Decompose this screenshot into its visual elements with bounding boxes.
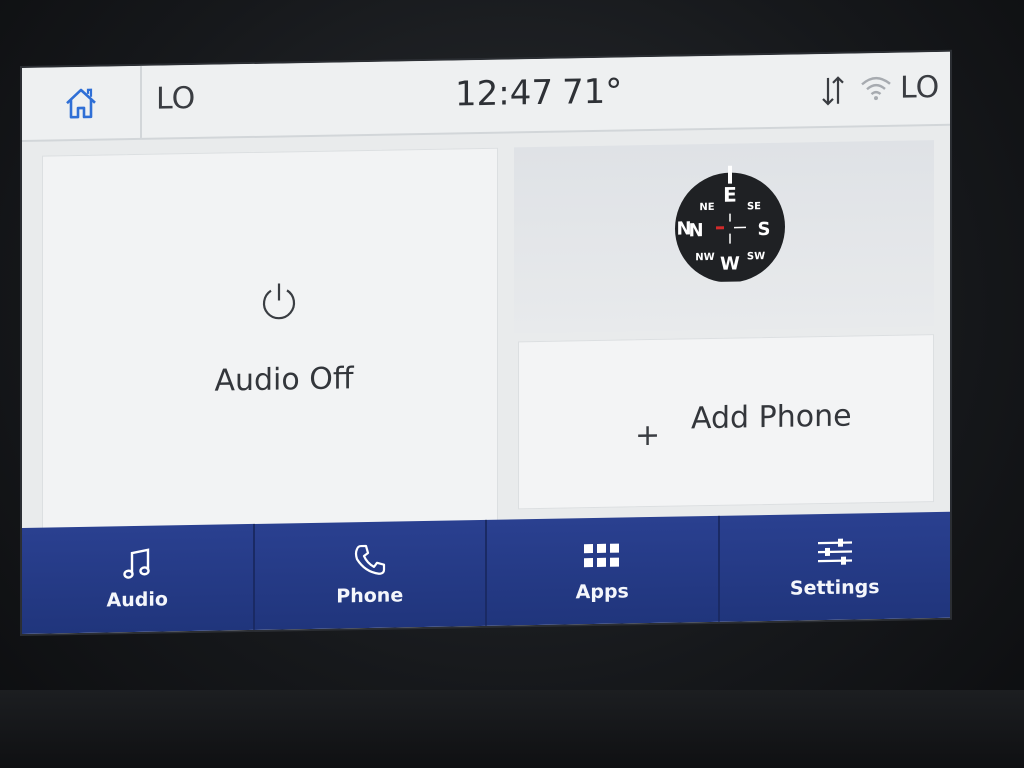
compass-nw: NW <box>695 252 714 263</box>
music-note-icon <box>122 547 152 582</box>
passenger-temp[interactable]: LO <box>900 70 939 106</box>
compass-icon: N E S W N SE SW NW NE <box>672 165 788 287</box>
nav-phone[interactable]: Phone <box>254 519 487 630</box>
compass-west: W <box>720 253 740 274</box>
compass-east: E <box>723 183 737 207</box>
sliders-icon <box>816 534 854 569</box>
outside-temp: 71° <box>562 71 623 113</box>
power-icon <box>259 280 299 327</box>
infotainment-screen: LO 12:47 71° LO Audio Off N E S W N SE S… <box>22 51 951 635</box>
wifi-icon <box>860 75 892 106</box>
status-bar: LO 12:47 71° LO <box>22 51 950 143</box>
driver-temp[interactable]: LO <box>156 81 195 117</box>
compass-south: S <box>758 219 771 240</box>
nav-audio-label: Audio <box>106 588 168 612</box>
nav-phone-label: Phone <box>336 584 404 608</box>
nav-apps-label: Apps <box>575 580 629 604</box>
phone-icon <box>353 543 387 578</box>
nav-settings-label: Settings <box>789 576 880 600</box>
add-phone-label: Add Phone <box>691 398 852 437</box>
compass-ne: NE <box>699 202 714 213</box>
nav-audio[interactable]: Audio <box>22 523 255 634</box>
compass-north-label: N <box>688 220 703 241</box>
compass-se: SE <box>747 201 761 212</box>
nav-apps[interactable]: Apps <box>487 515 720 626</box>
bottom-nav: Audio Phone Apps Settings <box>22 511 951 634</box>
nav-settings[interactable]: Settings <box>720 512 951 622</box>
apps-grid-icon <box>583 539 621 574</box>
home-icon <box>66 88 96 119</box>
compass-tile[interactable]: N E S W N SE SW NW NE <box>514 140 934 334</box>
home-button[interactable] <box>22 65 142 140</box>
add-phone-tile[interactable]: + Add Phone <box>518 334 934 510</box>
audio-tile[interactable]: Audio Off <box>42 147 498 530</box>
compass-sw: SW <box>747 251 765 262</box>
clock: 12:47 <box>455 72 553 115</box>
plus-icon: + <box>635 417 661 454</box>
data-transfer-icon <box>820 74 846 112</box>
dashboard-lower <box>0 690 1024 768</box>
audio-status-label: Audio Off <box>214 361 354 399</box>
